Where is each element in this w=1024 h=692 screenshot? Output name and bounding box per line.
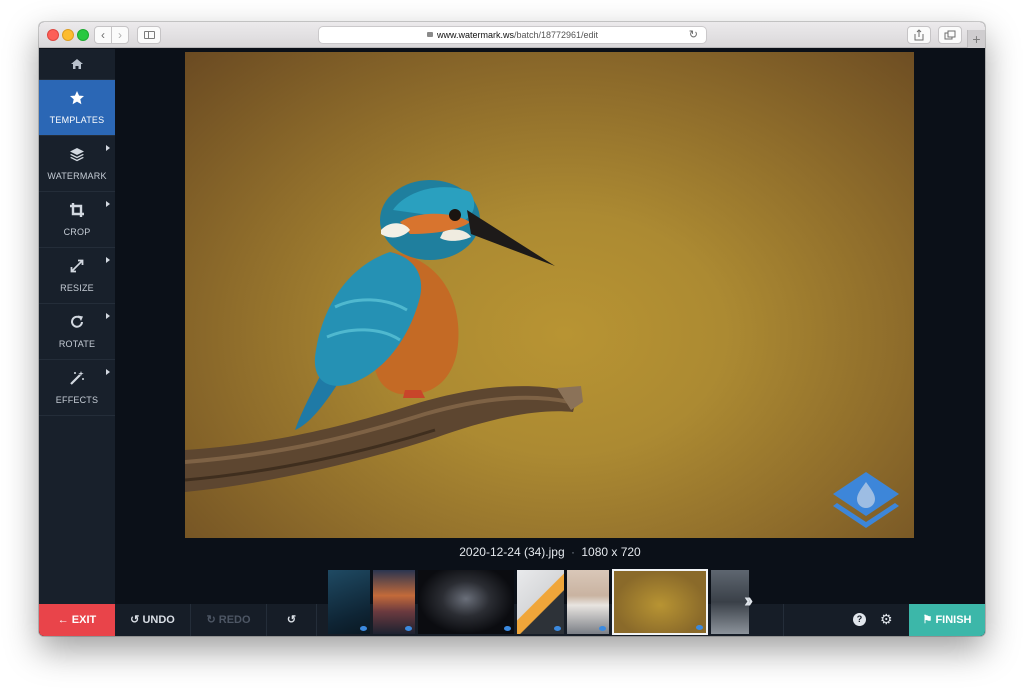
- toolbar-divider: [783, 604, 784, 636]
- more-thumbnails-icon[interactable]: ››: [744, 590, 754, 613]
- sidebar-toggle-button[interactable]: [137, 26, 161, 44]
- eye-icon: [554, 626, 561, 631]
- eye-icon: [360, 626, 367, 631]
- help-button[interactable]: ?: [853, 613, 866, 626]
- star-icon: [70, 91, 84, 105]
- url-path: /batch/18772961/edit: [513, 30, 599, 40]
- crop-icon: [70, 203, 84, 217]
- forward-button[interactable]: ›: [111, 26, 129, 44]
- sidebar-icon: [144, 31, 155, 39]
- thumbnail[interactable]: [567, 570, 609, 634]
- close-window-button[interactable]: [47, 29, 59, 41]
- sidebar-item-label: ROTATE: [58, 339, 96, 349]
- address-bar[interactable]: www.watermark.ws/batch/18772961/edit ↻: [318, 26, 707, 44]
- share-button[interactable]: [907, 26, 931, 44]
- home-icon: [71, 59, 83, 69]
- sidebar-item-templates[interactable]: TEMPLATES: [39, 80, 115, 136]
- eye-icon: [599, 626, 606, 631]
- caption-separator: ·: [571, 545, 575, 559]
- reload-icon[interactable]: ↻: [689, 29, 698, 42]
- eye-icon: [696, 625, 703, 630]
- thumbnail[interactable]: [517, 570, 564, 634]
- new-tab-button[interactable]: +: [967, 30, 985, 48]
- magic-wand-icon: [70, 371, 84, 385]
- submenu-arrow-icon: [106, 201, 110, 207]
- watermark-logo-icon: [833, 472, 899, 528]
- main-photo[interactable]: [185, 52, 914, 538]
- arrow-left-icon: ←: [57, 614, 69, 626]
- thumbnail[interactable]: [373, 570, 415, 634]
- exit-button[interactable]: ← EXIT: [39, 604, 115, 636]
- kingfisher-illustration: [185, 180, 583, 492]
- sidebar-item-resize[interactable]: RESIZE: [39, 248, 115, 304]
- undo-button[interactable]: ↺ UNDO: [115, 604, 191, 636]
- sidebar-item-effects[interactable]: EFFECTS: [39, 360, 115, 416]
- tabs-icon: [944, 30, 956, 40]
- resize-icon: [70, 259, 84, 273]
- sidebar-item-label: CROP: [63, 227, 91, 237]
- maximize-window-button[interactable]: [77, 29, 89, 41]
- thumbnail-selected[interactable]: [612, 569, 708, 635]
- eye-icon: [504, 626, 511, 631]
- rotate-icon: [71, 315, 83, 328]
- browser-window: ‹ › www.watermark.ws/batch/18772961/edit…: [39, 22, 985, 636]
- redo-button[interactable]: ↻ REDO: [191, 604, 267, 636]
- submenu-arrow-icon: [106, 257, 110, 263]
- title-bar: ‹ › www.watermark.ws/batch/18772961/edit…: [39, 22, 985, 48]
- sidebar-item-label: EFFECTS: [55, 395, 99, 405]
- back-button[interactable]: ‹: [94, 26, 112, 44]
- undo-icon: ↺: [130, 614, 140, 626]
- history-button[interactable]: ↺: [267, 604, 317, 636]
- lock-icon: [426, 32, 433, 37]
- minimize-window-button[interactable]: [62, 29, 74, 41]
- image-dimensions: 1080 x 720: [581, 545, 641, 559]
- redo-icon: ↻: [206, 614, 216, 626]
- thumbnail[interactable]: [328, 570, 370, 634]
- settings-button[interactable]: ⚙: [880, 611, 893, 627]
- eye-icon: [405, 626, 412, 631]
- gear-icon: ⚙: [880, 611, 893, 627]
- thumbnail[interactable]: [418, 570, 514, 634]
- home-button[interactable]: [39, 49, 115, 80]
- submenu-arrow-icon: [106, 145, 110, 151]
- flag-icon: ⚑: [922, 614, 933, 626]
- image-filename: 2020-12-24 (34).jpg: [459, 545, 565, 559]
- sidebar-item-label: WATERMARK: [47, 171, 107, 181]
- history-icon: ↺: [286, 614, 297, 626]
- sidebar-item-watermark[interactable]: WATERMARK: [39, 136, 115, 192]
- sidebar-item-label: RESIZE: [60, 283, 94, 293]
- finish-button[interactable]: ⚑ FINISH: [909, 604, 985, 636]
- sidebar-item-rotate[interactable]: ROTATE: [39, 304, 115, 360]
- tool-sidebar: TEMPLATES WATERMARK CROP RESIZE ROTATE E…: [39, 49, 115, 604]
- submenu-arrow-icon: [106, 313, 110, 319]
- share-icon: [914, 29, 924, 41]
- image-info-caption: 2020-12-24 (34).jpg · 1080 x 720: [115, 545, 985, 559]
- tab-overview-button[interactable]: [938, 26, 962, 44]
- sidebar-item-crop[interactable]: CROP: [39, 192, 115, 248]
- layers-icon: [70, 148, 84, 162]
- sidebar-item-label: TEMPLATES: [49, 115, 105, 125]
- url-domain: www.watermark.ws: [436, 30, 514, 40]
- editor-canvas: 2020-12-24 (34).jpg · 1080 x 720: [115, 49, 985, 604]
- submenu-arrow-icon: [106, 369, 110, 375]
